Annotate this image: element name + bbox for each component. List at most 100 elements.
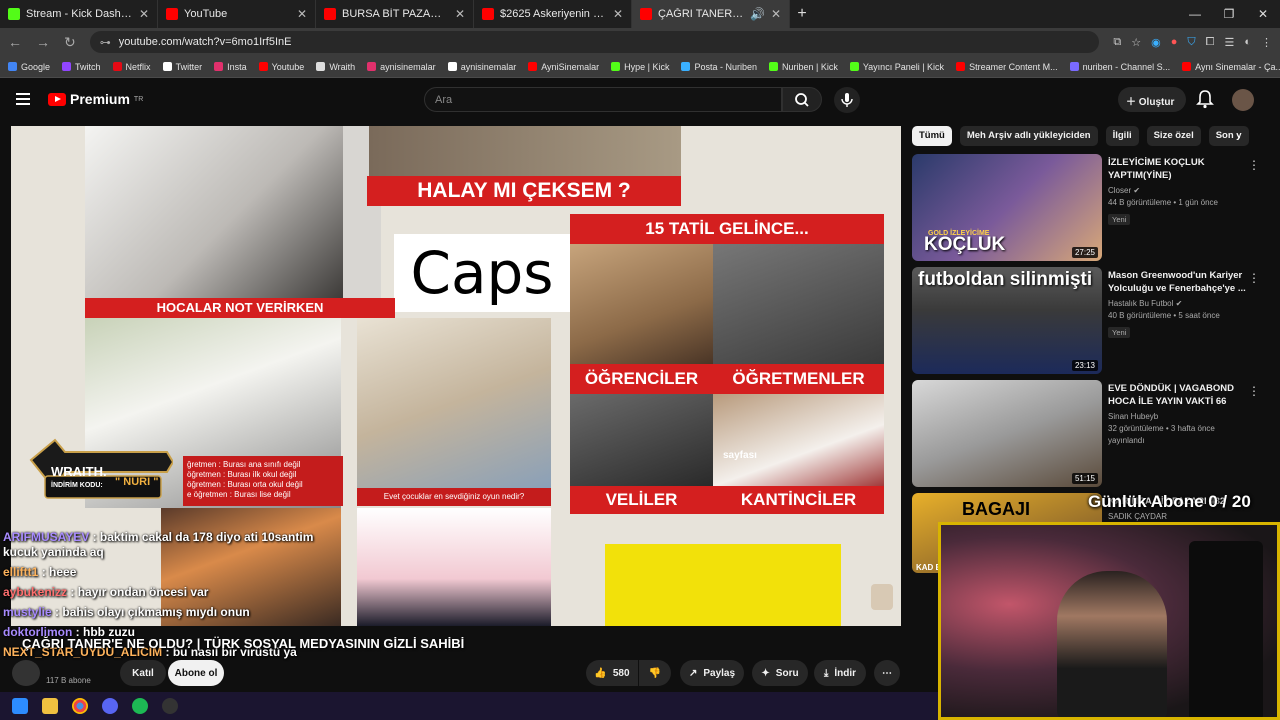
search-input[interactable]: Ara	[424, 87, 782, 112]
browser-tab-active[interactable]: ÇAĞRI TANER'E NE OLDU? 🔊 ✕	[632, 0, 790, 28]
chip-all[interactable]: Tümü	[912, 126, 952, 146]
dislike-button[interactable]: 👎	[639, 660, 671, 686]
speaker-icon[interactable]: 🔊	[750, 7, 765, 21]
recommendation-title[interactable]: İZLEYİCİME KOÇLUK YAPTIM(YİNE)	[1108, 156, 1246, 182]
video-thumbnail[interactable]: futboldan silinmişti 23:13	[912, 267, 1102, 374]
close-icon[interactable]: ✕	[771, 7, 781, 21]
chat-text: : hayır ondan öncesi var	[70, 585, 209, 599]
avatar[interactable]	[1232, 89, 1254, 111]
chip-related[interactable]: İlgili	[1105, 126, 1139, 146]
notifications-bell-icon[interactable]	[1196, 89, 1214, 109]
new-tab-button[interactable]: +	[790, 5, 814, 23]
ask-button[interactable]: ✦ Soru	[752, 660, 808, 686]
extension-icon[interactable]: ◉	[1151, 36, 1161, 49]
channel-name[interactable]: SADIK ÇAYDAR	[1108, 512, 1167, 521]
bookmark-item[interactable]: Netflix	[112, 62, 151, 72]
youtube-logo[interactable]: Premium TR	[48, 91, 143, 107]
share-button[interactable]: ↗ Paylaş	[680, 660, 744, 686]
more-vertical-icon[interactable]: ⋮	[1248, 384, 1260, 398]
discord-icon[interactable]	[102, 698, 118, 714]
forward-icon[interactable]: →	[36, 34, 50, 50]
bookmark-item[interactable]: Hype | Kick	[611, 62, 669, 72]
close-icon[interactable]: ✕	[139, 7, 149, 21]
chat-username: aybukenizz	[3, 585, 68, 599]
join-button[interactable]: Katıl	[120, 660, 166, 686]
chip-uploader[interactable]: Meh Arşiv adlı yükleyiciden	[959, 126, 1098, 146]
tab-title: BURSA BİT PAZARI - YouTube	[342, 8, 449, 20]
bookmark-item[interactable]: Streamer Content M...	[956, 62, 1058, 72]
browser-tab-bursa[interactable]: BURSA BİT PAZARI - YouTube ✕	[316, 0, 474, 28]
more-vertical-icon[interactable]: ⋮	[1248, 271, 1260, 285]
close-window-icon[interactable]: ✕	[1246, 0, 1280, 28]
search-button[interactable]	[782, 87, 822, 112]
shield-icon[interactable]: ⛉	[1187, 36, 1195, 49]
close-icon[interactable]: ✕	[613, 7, 623, 21]
hamburger-menu-icon[interactable]	[16, 93, 30, 105]
recommendation-info: İZLEYİCİME KOÇLUK YAPTIM(YİNE) Closer ✔ 4…	[1108, 156, 1246, 227]
channel-name[interactable]: Hastalık Bu Futbol	[1108, 299, 1173, 308]
bookmark-item[interactable]: Twitch	[62, 62, 101, 72]
more-actions-button[interactable]: ⋯	[874, 660, 900, 686]
browser-tab-askeriye[interactable]: $2625 Askeriyenin deposunu a ✕	[474, 0, 632, 28]
windows-start-icon[interactable]	[12, 698, 28, 714]
create-button[interactable]: ＋ Oluştur	[1118, 87, 1186, 112]
download-button[interactable]: ⤓ İndir	[814, 660, 866, 686]
chat-message: mustylie : bahis olayı çıkmamış mıydı on…	[3, 605, 323, 620]
close-icon[interactable]: ✕	[455, 7, 465, 21]
playlist-icon[interactable]: ☰	[1224, 36, 1234, 49]
channel-name[interactable]: Closer	[1108, 186, 1131, 195]
channel-name[interactable]: Sinan Hubeyb	[1108, 412, 1158, 421]
bookmark-item[interactable]: Yayıncı Paneli | Kick	[849, 62, 944, 72]
bookmark-item[interactable]: Youtube	[258, 62, 304, 72]
recommendation-title[interactable]: EVE DÖNDÜK | VAGABOND HOCA İLE YAYIN VAK…	[1108, 382, 1246, 408]
chip-for-you[interactable]: Size özel	[1146, 126, 1201, 146]
browser-tab-youtube[interactable]: YouTube ✕	[158, 0, 316, 28]
channel-avatar[interactable]	[12, 660, 40, 686]
subscribe-label: Abone ol	[174, 667, 218, 679]
bookmark-item[interactable]: Nuriben | Kick	[768, 62, 838, 72]
recommendation-item[interactable]: 51:15 EVE DÖNDÜK | VAGABOND HOCA İLE YAY…	[912, 380, 1262, 493]
mic-button[interactable]	[834, 87, 860, 113]
maximize-icon[interactable]: ❐	[1212, 0, 1246, 28]
site-info-icon[interactable]: ⊶	[100, 36, 111, 49]
subscribe-button[interactable]: Abone ol	[168, 660, 224, 686]
recommendation-item[interactable]: GOLD İZLEYİCİME KOÇLUK 27:25 İZLEYİCİME …	[912, 154, 1262, 267]
recommendation-title[interactable]: Mason Greenwood'un Kariyer Yolculuğu ve …	[1108, 269, 1246, 295]
bookmark-item[interactable]: nuriben - Channel S...	[1069, 62, 1170, 72]
obs-icon[interactable]	[162, 698, 178, 714]
bookmark-item[interactable]: aynisinemalar	[447, 62, 516, 72]
back-icon[interactable]: ←	[8, 34, 22, 50]
browser-tab-kick[interactable]: Stream - Kick Dashboard ✕	[0, 0, 158, 28]
channel-action-row: 117 B abone Katıl Abone ol 👍 580 👎 ↗ Payla…	[12, 660, 902, 688]
url-field[interactable]: ⊶ youtube.com/watch?v=6mo1Irf5InE	[89, 31, 1100, 53]
bookmark-item[interactable]: Wraith	[316, 62, 355, 72]
bookmark-item[interactable]: Aynı Sinemalar - Ça...	[1182, 62, 1280, 72]
chat-message: elliftt1 : heee	[3, 565, 323, 580]
bookmark-item[interactable]: Twitter	[162, 62, 202, 72]
spotify-icon[interactable]	[132, 698, 148, 714]
bookmark-star-icon[interactable]: ☆	[1131, 36, 1141, 49]
bookmark-item[interactable]: AyniSinemalar	[528, 62, 599, 72]
bookmark-item[interactable]: Posta - Nuriben	[681, 62, 757, 72]
more-icon[interactable]: ⋮	[1261, 36, 1272, 49]
streamer-webcam	[938, 522, 1280, 720]
like-button[interactable]: 👍 580	[586, 660, 638, 686]
bookmark-item[interactable]: Google	[8, 62, 50, 72]
more-vertical-icon[interactable]: ⋮	[1248, 158, 1260, 172]
file-explorer-icon[interactable]	[42, 698, 58, 714]
close-icon[interactable]: ✕	[297, 7, 307, 21]
cast-icon[interactable]: ⧉	[1113, 36, 1121, 49]
video-thumbnail[interactable]: GOLD İZLEYİCİME KOÇLUK 27:25	[912, 154, 1102, 261]
profile-icon[interactable]: ◐	[1244, 36, 1251, 49]
bookmark-item[interactable]: aynisinemalar	[367, 62, 436, 72]
reload-icon[interactable]: ↻	[64, 34, 76, 51]
recommendation-item[interactable]: futboldan silinmişti 23:13 Mason Greenwo…	[912, 267, 1262, 380]
extension-icon[interactable]: ●	[1171, 36, 1178, 49]
chevron-right-icon[interactable]: ›	[1236, 128, 1241, 144]
bookmark-item[interactable]: Insta	[214, 62, 247, 72]
chrome-icon[interactable]	[72, 698, 88, 714]
minimize-icon[interactable]: —	[1178, 0, 1212, 28]
puzzle-icon[interactable]: ⧠	[1206, 36, 1215, 49]
video-thumbnail[interactable]: 51:15	[912, 380, 1102, 487]
chip-recent[interactable]: Son y	[1208, 126, 1249, 146]
